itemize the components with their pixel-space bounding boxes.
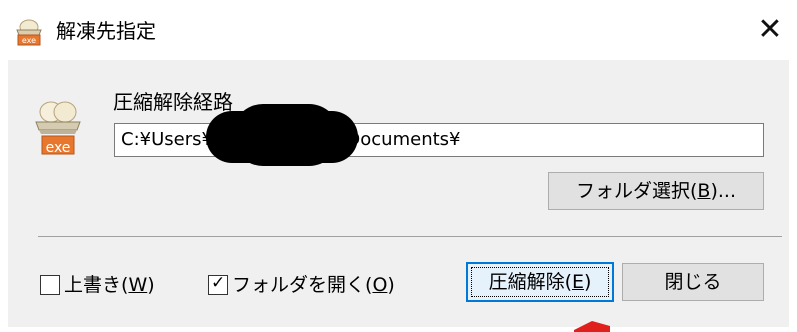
- extract-button[interactable]: 圧縮解除(E): [466, 262, 614, 302]
- overwrite-checkbox-box[interactable]: [40, 275, 60, 295]
- close-button[interactable]: 閉じる: [622, 263, 764, 301]
- path-value-prefix: C:¥Users¥: [121, 129, 213, 150]
- open-folder-checkbox-box[interactable]: ✓: [208, 273, 228, 295]
- overwrite-label: 上書き: [64, 274, 122, 296]
- open-folder-checkbox[interactable]: ✓ フォルダを開く(O): [208, 270, 395, 300]
- overwrite-checkbox[interactable]: 上書き(W): [40, 270, 155, 300]
- separator: [38, 236, 782, 237]
- exe-icon-label: exe: [45, 140, 71, 156]
- focus-rect: [471, 267, 609, 297]
- redaction-mark: [206, 111, 358, 163]
- select-folder-key: B: [697, 180, 711, 202]
- open-folder-label: フォルダを開く: [232, 274, 366, 296]
- dialog-body: exe 圧縮解除経路 C:¥Users¥ ¥Documents¥ フォルダ選択(B…: [8, 60, 789, 327]
- red-annotation-mark: [574, 321, 610, 332]
- open-folder-key: O: [372, 274, 388, 296]
- check-mark-icon: ✓: [211, 273, 226, 293]
- extract-path-label: 圧縮解除経路: [113, 90, 233, 114]
- overwrite-key: W: [128, 274, 148, 296]
- svg-text:exe: exe: [22, 36, 36, 45]
- window-title: 解凍先指定: [56, 19, 156, 43]
- archive-exe-icon: exe: [14, 18, 44, 46]
- select-folder-label: フォルダ選択: [575, 180, 690, 202]
- select-folder-button[interactable]: フォルダ選択(B)...: [548, 172, 764, 210]
- title-bar: exe 解凍先指定 ✕: [0, 0, 797, 60]
- select-folder-ellipsis: ...: [717, 180, 737, 202]
- close-window-icon[interactable]: ✕: [750, 10, 790, 50]
